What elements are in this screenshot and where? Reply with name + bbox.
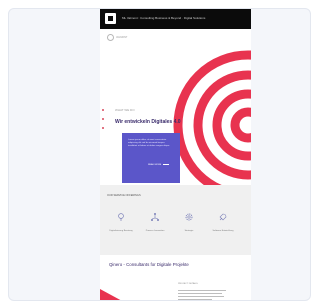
brand-logo[interactable]: VALMONT bbox=[107, 34, 127, 41]
service-label: Prozess Innovation bbox=[145, 230, 165, 232]
services-section: OUR SERVICE OFFERINGS Digitalisierung Be… bbox=[100, 185, 251, 255]
ring-logo-icon bbox=[107, 34, 114, 41]
accent-triangle-graphic bbox=[100, 289, 121, 300]
hero-info-card: Lorem ipsum dolor sit amet consectetur a… bbox=[122, 133, 180, 183]
slide-dot[interactable] bbox=[102, 127, 104, 129]
service-label: Software Entwicklung bbox=[212, 230, 234, 232]
brand-logo-text: VALMONT bbox=[116, 36, 128, 40]
brand-square-icon[interactable] bbox=[105, 13, 116, 24]
preview-card: ML Valmont : Consulting Business & Beyon… bbox=[8, 8, 311, 301]
service-label: Strategie bbox=[184, 230, 194, 232]
services-title: OUR SERVICE OFFERINGS bbox=[107, 194, 141, 197]
top-bar: ML Valmont : Consulting Business & Beyon… bbox=[100, 9, 251, 29]
service-item[interactable]: Prozess Innovation bbox=[140, 209, 170, 233]
gear-icon bbox=[185, 213, 193, 221]
slide-dot[interactable] bbox=[102, 118, 104, 120]
detail-text-placeholder bbox=[178, 290, 226, 300]
network-icon bbox=[151, 213, 159, 221]
read-more-link[interactable]: READ MORE bbox=[148, 164, 169, 166]
bulb-icon bbox=[118, 213, 124, 221]
website-preview[interactable]: ML Valmont : Consulting Business & Beyon… bbox=[100, 9, 251, 300]
service-item[interactable]: Software Entwicklung bbox=[208, 209, 238, 233]
hero-title: Wir entwickeln Digitales 4.0 bbox=[115, 119, 181, 125]
service-item[interactable]: Strategie bbox=[174, 209, 204, 233]
slide-dot[interactable] bbox=[102, 109, 104, 111]
service-label: Digitalisierung Beratung bbox=[109, 230, 133, 232]
rocket-icon bbox=[219, 213, 227, 221]
tagline: Qinero - Consultants for Digitale Projek… bbox=[109, 262, 189, 267]
service-item[interactable]: Digitalisierung Beratung bbox=[106, 209, 136, 233]
hero-kicker: WHAT WE DO bbox=[115, 108, 135, 112]
hero-card-text: Lorem ipsum dolor sit amet consectetur a… bbox=[128, 139, 170, 147]
slide-indicator[interactable] bbox=[102, 109, 104, 136]
top-bar-text: ML Valmont : Consulting Business & Beyon… bbox=[122, 16, 206, 20]
detail-label: PROJECT DETAILS bbox=[178, 283, 198, 285]
